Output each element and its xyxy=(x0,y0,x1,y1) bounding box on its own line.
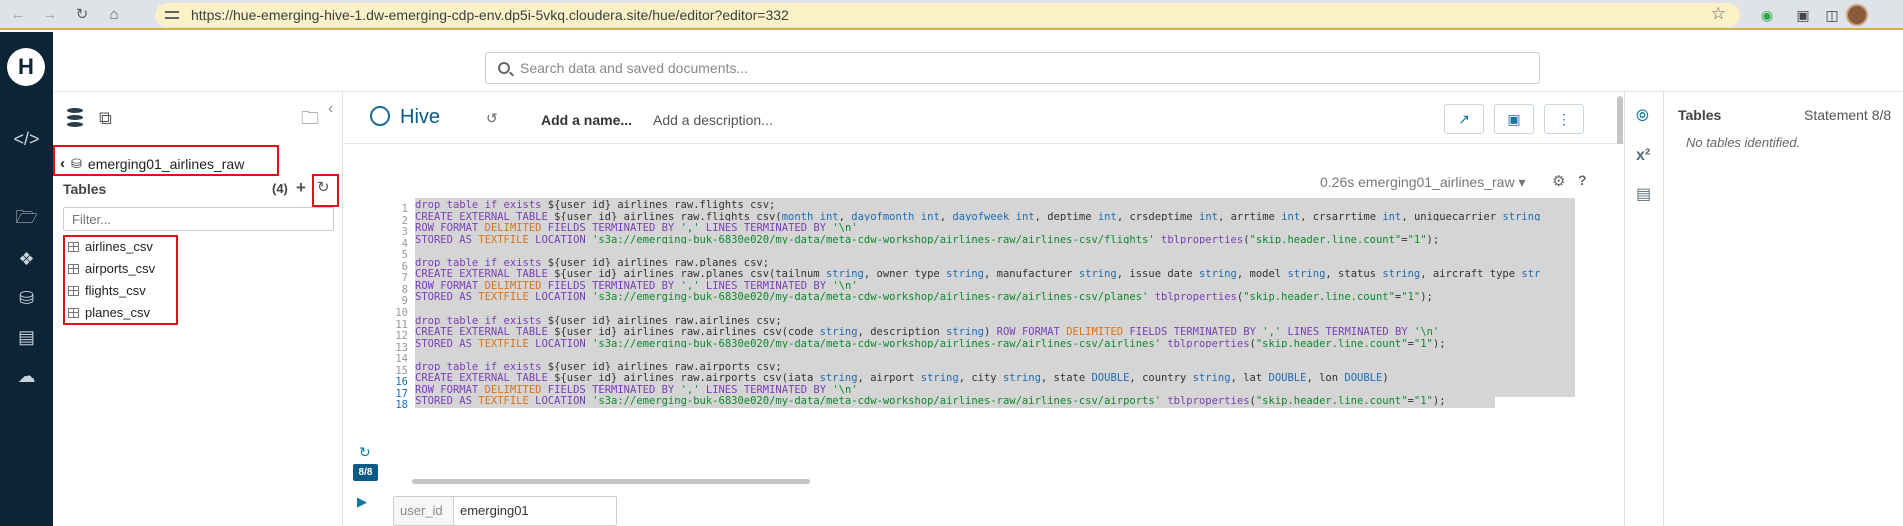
table-name: airports_csv xyxy=(85,261,156,276)
search-placeholder: Search data and saved documents... xyxy=(520,60,749,76)
hive-bee-icon xyxy=(370,106,390,126)
chart-button[interactable]: ↗ xyxy=(1444,104,1484,134)
sql-code-editor[interactable]: 1 drop table if exists ${user_id}_airline… xyxy=(388,198,1588,450)
documents-folder-icon[interactable]: 🗁 xyxy=(0,205,53,235)
jobs-cubes-icon[interactable]: ❖ xyxy=(0,244,53,274)
no-tables-note: No tables identified. xyxy=(1686,135,1801,150)
table-grid-icon xyxy=(68,307,79,318)
servers-icon[interactable]: ▤ xyxy=(0,322,53,352)
statement-counter-badge: 8/8 xyxy=(353,464,378,481)
compass-icon[interactable]: ⦾ xyxy=(1636,108,1649,126)
settings-gear-icon[interactable]: ⚙ xyxy=(1552,172,1565,190)
table-grid-icon xyxy=(68,241,79,252)
add-table-plus-icon[interactable]: + xyxy=(296,178,306,198)
browser-toolbar: ← → ↻ ⌂ https://hue-emerging-hive-1.dw-e… xyxy=(0,0,1903,30)
sql-database-icon[interactable] xyxy=(67,108,83,128)
query-name-field[interactable]: Add a name... xyxy=(541,112,632,128)
query-description-field[interactable]: Add a description... xyxy=(653,112,773,128)
statement-indicator: Statement 8/8 xyxy=(1804,107,1892,123)
table-item[interactable]: planes_csv xyxy=(68,305,150,320)
home-icon[interactable]: ⌂ xyxy=(100,0,128,28)
top-bar: Search data and saved documents... ◴ xyxy=(53,32,1903,92)
tables-count: (4) xyxy=(272,181,288,196)
book-icon[interactable]: ▤ xyxy=(1636,184,1651,204)
execute-play-icon[interactable]: ▶ xyxy=(357,494,367,510)
table-name: airlines_csv xyxy=(85,239,153,254)
site-settings-icon[interactable] xyxy=(165,9,179,21)
help-question-icon[interactable]: ? xyxy=(1578,172,1587,188)
table-grid-icon xyxy=(68,263,79,274)
table-item[interactable]: airlines_csv xyxy=(68,239,153,254)
url-text: https://hue-emerging-hive-1.dw-emerging-… xyxy=(191,7,789,23)
open-folder-icon[interactable]: 🗀 xyxy=(301,106,319,136)
editor-code-icon[interactable]: </> xyxy=(0,124,53,154)
tables-filter-input[interactable] xyxy=(63,207,334,231)
tables-heading: Tables xyxy=(63,181,107,197)
database-icon: ⛁ xyxy=(71,155,82,171)
editor-header: Hive ↺ Add a name... Add a description..… xyxy=(344,92,1624,144)
parameter-value-input[interactable]: emerging01 xyxy=(454,497,616,525)
table-name: planes_csv xyxy=(85,305,151,320)
database-breadcrumb[interactable]: ‹ ⛁ emerging01_airlines_raw xyxy=(60,155,244,172)
profile-avatar[interactable] xyxy=(1846,4,1868,26)
table-grid-icon xyxy=(68,285,79,296)
right-panel-title: Tables xyxy=(1678,107,1722,123)
save-floppy-icon: ▣ xyxy=(1507,110,1521,127)
bookmark-star-icon[interactable]: ☆ xyxy=(1711,4,1726,24)
database-name: emerging01_airlines_raw xyxy=(87,155,245,172)
functions-x2-icon[interactable]: x² xyxy=(1636,147,1650,165)
execution-info-text: 0.26s emerging01_airlines_raw xyxy=(1320,174,1515,190)
history-icon[interactable]: ↺ xyxy=(486,110,498,127)
line-chart-icon: ↗ xyxy=(1458,110,1470,127)
more-options-button[interactable]: ⋮ xyxy=(1544,104,1584,134)
reload-icon[interactable]: ↻ xyxy=(68,0,96,28)
extensions-puzzle-icon[interactable]: ▣ xyxy=(1793,5,1813,25)
code-text: STORED AS TEXTFILE LOCATION 's3a://emerg… xyxy=(415,394,1495,409)
address-bar[interactable]: https://hue-emerging-hive-1.dw-emerging-… xyxy=(155,3,1740,27)
caret-down-icon: ▾ xyxy=(1518,174,1526,190)
left-navigation xyxy=(0,32,53,526)
back-chevron-icon[interactable]: ‹ xyxy=(60,155,65,172)
documents-icon[interactable]: ⧉ xyxy=(99,108,112,129)
forward-icon[interactable]: → xyxy=(36,0,64,28)
back-icon[interactable]: ← xyxy=(4,0,32,28)
parameter-label: user_id xyxy=(394,497,454,525)
tables-database-icon[interactable]: ⛁ xyxy=(0,283,53,313)
hue-logo[interactable]: H xyxy=(7,48,45,86)
table-item[interactable]: airports_csv xyxy=(68,261,155,276)
save-button[interactable]: ▣ xyxy=(1494,104,1534,134)
table-name: flights_csv xyxy=(85,283,146,298)
parameter-input-group: user_id emerging01 xyxy=(393,496,617,526)
rerun-icon[interactable]: ↻ xyxy=(359,444,371,461)
kebab-menu-icon: ⋮ xyxy=(1557,110,1571,127)
refresh-tables-icon[interactable]: ↻ xyxy=(317,178,330,196)
line-number: 18 xyxy=(395,399,408,412)
collapse-panel-chevron-icon[interactable]: ‹ xyxy=(328,100,333,118)
execution-info[interactable]: 0.26s emerging01_airlines_raw ▾ xyxy=(1320,174,1525,191)
editor-horizontal-scrollbar[interactable] xyxy=(412,479,810,484)
search-icon xyxy=(498,62,510,74)
table-item[interactable]: flights_csv xyxy=(68,283,146,298)
editor-dialect-title[interactable]: Hive xyxy=(400,106,440,129)
sidepanel-icon[interactable]: ◫ xyxy=(1822,5,1842,25)
right-assist-panel xyxy=(1664,92,1903,526)
extension-eye-icon[interactable]: ◉ xyxy=(1757,5,1777,25)
importer-upload-icon[interactable]: ☁ xyxy=(0,361,53,391)
code-line: 18 STORED AS TEXTFILE LOCATION 's3a://eme… xyxy=(388,394,1588,411)
global-search-input[interactable]: Search data and saved documents... xyxy=(485,52,1540,84)
